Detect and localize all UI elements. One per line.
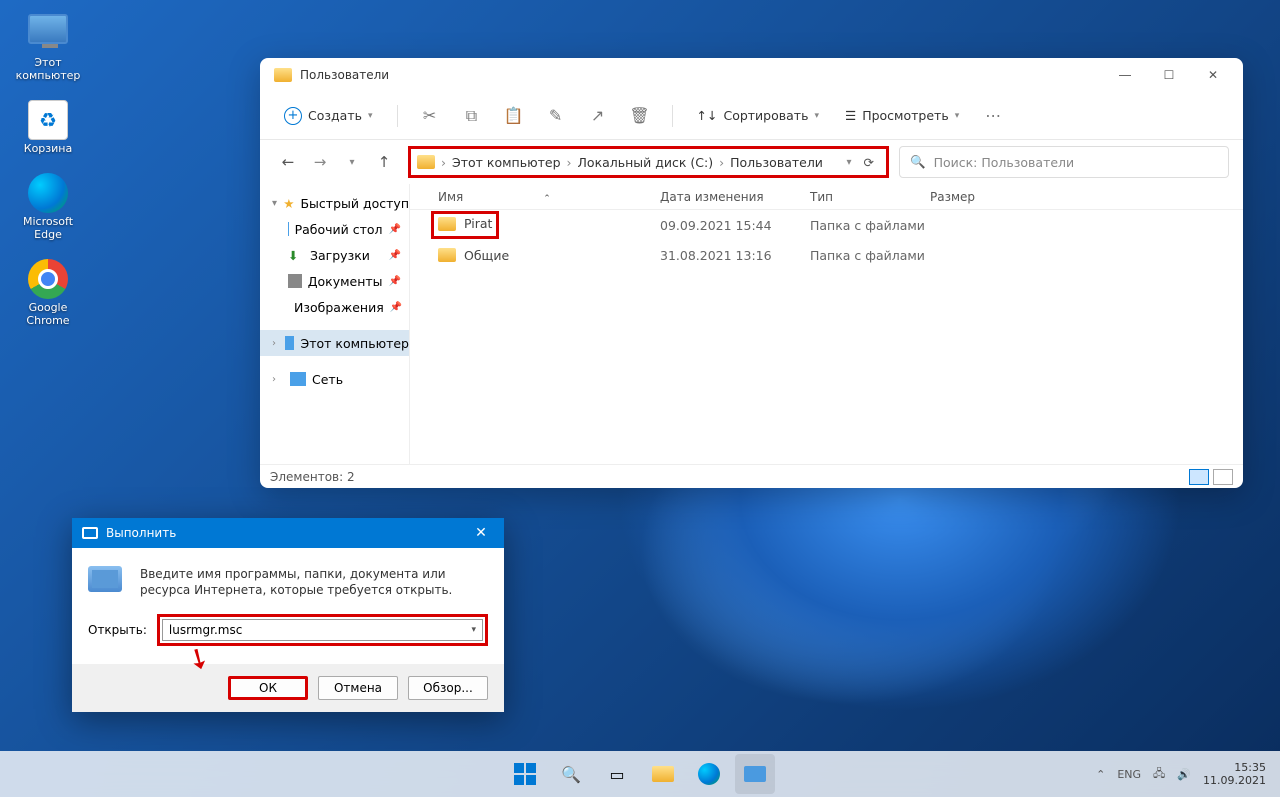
history-chevron-icon[interactable]: ▾ <box>338 148 366 176</box>
status-text: Элементов: 2 <box>270 470 355 484</box>
taskbar-explorer-icon[interactable] <box>643 754 683 794</box>
tray-chevron-icon[interactable]: ⌃ <box>1096 768 1105 781</box>
chevron-down-icon: ▾ <box>814 111 819 121</box>
taskbar-search-icon[interactable]: 🔍 <box>551 754 591 794</box>
search-icon: 🔍 <box>910 154 926 170</box>
pin-icon: 📌 <box>389 276 401 287</box>
chevron-down-icon: ▾ <box>955 111 960 121</box>
run-icon <box>82 527 98 539</box>
tray-clock[interactable]: 15:35 11.09.2021 <box>1203 761 1266 787</box>
more-icon[interactable]: ⋯ <box>975 100 1011 132</box>
sidebar-this-pc[interactable]: › Этот компьютер <box>260 330 409 356</box>
taskbar-edge-icon[interactable] <box>689 754 729 794</box>
view-icon: ☰ <box>845 108 856 123</box>
sidebar-item-pictures[interactable]: Изображения📌 <box>260 294 409 320</box>
plus-icon: + <box>284 107 302 125</box>
titlebar[interactable]: Пользователи ― ☐ ✕ <box>260 58 1243 92</box>
open-label: Открыть: <box>88 623 147 637</box>
pin-icon: 📌 <box>389 224 401 235</box>
forward-button[interactable]: → <box>306 148 334 176</box>
taskbar-taskview-icon[interactable]: ▭ <box>597 754 637 794</box>
sidebar: ▾★ Быстрый доступ Рабочий стол📌 ⬇Загрузк… <box>260 184 410 464</box>
sidebar-quick-access[interactable]: ▾★ Быстрый доступ <box>260 190 409 216</box>
tray-volume-icon[interactable]: 🔊 <box>1177 768 1191 781</box>
close-button[interactable]: ✕ <box>1191 60 1235 90</box>
search-input[interactable]: 🔍 Поиск: Пользователи <box>899 146 1229 178</box>
minimize-button[interactable]: ― <box>1103 60 1147 90</box>
sidebar-item-desktop[interactable]: Рабочий стол📌 <box>260 216 409 242</box>
run-titlebar[interactable]: Выполнить ✕ <box>72 518 504 548</box>
taskbar: 🔍 ▭ ⌃ ENG 🖧 🔊 15:35 11.09.2021 <box>0 751 1280 797</box>
taskbar-run-icon[interactable] <box>735 754 775 794</box>
file-row[interactable]: Общие 31.08.2021 13:16 Папка с файлами <box>410 240 1243 270</box>
file-explorer-window: Пользователи ― ☐ ✕ + Создать ▾ ✂ ⧉ 📋 ✎ ↗… <box>260 58 1243 488</box>
sort-button[interactable]: ↑↓ Сортировать ▾ <box>687 103 829 128</box>
pin-icon: 📌 <box>390 302 402 313</box>
breadcrumb-segment[interactable]: Этот компьютер <box>452 155 561 170</box>
sort-icon: ↑↓ <box>697 108 718 123</box>
run-input[interactable]: lusrmgr.msc ▾ <box>162 619 483 641</box>
new-button[interactable]: + Создать ▾ <box>274 102 383 130</box>
run-dialog: Выполнить ✕ Введите имя программы, папки… <box>72 518 504 712</box>
folder-icon <box>417 155 435 169</box>
view-button[interactable]: ☰ Просмотреть ▾ <box>835 103 969 128</box>
folder-icon <box>438 248 456 262</box>
chevron-down-icon[interactable]: ▾ <box>471 625 476 635</box>
pin-icon: 📌 <box>389 250 401 261</box>
refresh-icon[interactable]: ⟳ <box>864 155 874 170</box>
close-button[interactable]: ✕ <box>468 525 494 541</box>
sidebar-network[interactable]: › Сеть <box>260 366 409 392</box>
desktop-icon-recycle-bin[interactable]: Корзина <box>10 100 86 155</box>
delete-icon[interactable]: 🗑 <box>622 100 658 132</box>
share-icon[interactable]: ↗ <box>580 100 616 132</box>
copy-icon[interactable]: ⧉ <box>454 100 490 132</box>
breadcrumb-segment[interactable]: Пользователи <box>730 155 823 170</box>
back-button[interactable]: ← <box>274 148 302 176</box>
up-button[interactable]: ↑ <box>370 148 398 176</box>
sort-indicator-icon: ⌃ <box>543 194 551 204</box>
chevron-down-icon: ▾ <box>368 111 373 121</box>
paste-icon[interactable]: 📋 <box>496 100 532 132</box>
column-headers[interactable]: Имя⌃ Дата изменения Тип Размер <box>410 184 1243 210</box>
sidebar-item-documents[interactable]: Документы📌 <box>260 268 409 294</box>
ok-button[interactable]: ОК <box>228 676 308 700</box>
address-bar[interactable]: › Этот компьютер › Локальный диск (C:) ›… <box>408 146 889 178</box>
run-description: Введите имя программы, папки, документа … <box>140 566 488 598</box>
tray-network-icon[interactable]: 🖧 <box>1153 765 1165 784</box>
chevron-down-icon[interactable]: ▾ <box>846 157 851 168</box>
folder-icon <box>274 68 292 82</box>
window-title: Пользователи <box>300 68 1103 82</box>
browse-button[interactable]: Обзор... <box>408 676 488 700</box>
breadcrumb-segment[interactable]: Локальный диск (C:) <box>578 155 714 170</box>
view-icons-button[interactable] <box>1213 469 1233 485</box>
cut-icon[interactable]: ✂ <box>412 100 448 132</box>
maximize-button[interactable]: ☐ <box>1147 60 1191 90</box>
cancel-button[interactable]: Отмена <box>318 676 398 700</box>
start-button[interactable] <box>505 754 545 794</box>
tray-language[interactable]: ENG <box>1117 768 1141 781</box>
view-details-button[interactable] <box>1189 469 1209 485</box>
desktop-icon-this-pc[interactable]: Этот компьютер <box>10 14 86 82</box>
desktop-icon-edge[interactable]: Microsoft Edge <box>10 173 86 241</box>
rename-icon[interactable]: ✎ <box>538 100 574 132</box>
sidebar-item-downloads[interactable]: ⬇Загрузки📌 <box>260 242 409 268</box>
desktop-icon-chrome[interactable]: Google Chrome <box>10 259 86 327</box>
folder-icon <box>438 217 456 231</box>
run-app-icon <box>88 566 122 592</box>
file-row[interactable]: Pirat 09.09.2021 15:44 Папка с файлами <box>410 210 1243 240</box>
